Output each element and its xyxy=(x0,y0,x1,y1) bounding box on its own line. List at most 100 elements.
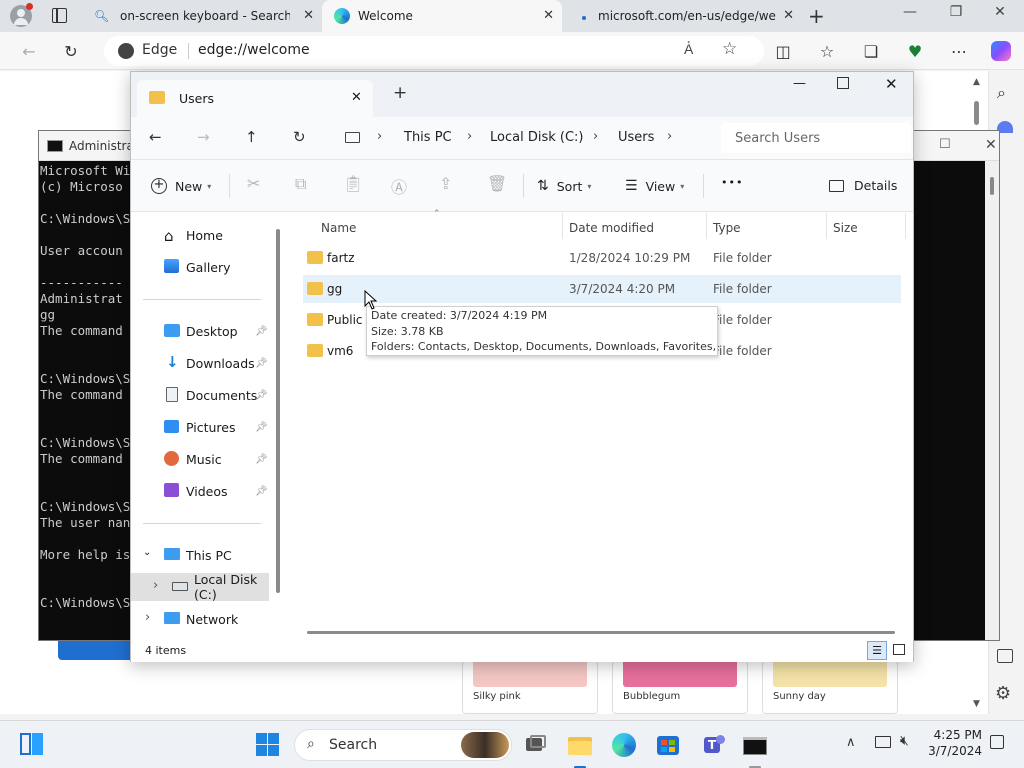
notifications-icon[interactable] xyxy=(990,735,1004,749)
terminal-taskbar-icon[interactable] xyxy=(743,733,767,768)
new-tab-button[interactable]: + xyxy=(393,83,407,103)
copilot-icon[interactable] xyxy=(988,38,1014,64)
share-icon[interactable]: ⇪ xyxy=(439,174,452,193)
nav-item-music[interactable]: Music 📌︎ xyxy=(131,445,269,473)
cmd-close-button[interactable]: ✕ xyxy=(985,137,997,153)
window-close-button[interactable]: ✕ xyxy=(980,4,1020,20)
breadcrumb-local-disk[interactable]: Local Disk (C:) xyxy=(490,130,583,145)
minimize-button[interactable]: — xyxy=(890,4,930,20)
file-explorer-taskbar-icon[interactable] xyxy=(568,733,592,768)
split-screen-icon[interactable]: ◫ xyxy=(770,38,796,64)
refresh-icon[interactable]: ↻ xyxy=(58,38,84,64)
pin-icon[interactable]: 📌︎ xyxy=(255,390,268,401)
back-icon[interactable]: ← xyxy=(16,38,42,64)
nav-item-home[interactable]: ⌂ Home xyxy=(131,221,269,249)
theme-card-sunny-day[interactable]: Sunny day xyxy=(762,660,898,714)
favorites-icon[interactable]: ☆ xyxy=(814,38,840,64)
nav-pane-scrollbar[interactable] xyxy=(276,229,280,593)
tiles-view-icon[interactable] xyxy=(893,644,905,655)
window-close-button[interactable]: ✕ xyxy=(885,75,898,93)
nav-item-documents[interactable]: Documents 📌︎ xyxy=(131,381,269,409)
search-input[interactable]: Search Users xyxy=(721,123,911,153)
edge-taskbar-icon[interactable] xyxy=(612,733,636,757)
copy-icon[interactable]: ⧉ xyxy=(295,174,306,194)
nav-item-videos[interactable]: Videos 📌︎ xyxy=(131,477,269,505)
widgets-icon[interactable] xyxy=(20,733,44,757)
details-pane-button[interactable]: Details xyxy=(829,178,897,193)
file-row[interactable]: gg 3/7/2024 4:20 PM File folder xyxy=(303,275,901,303)
horizontal-scrollbar[interactable] xyxy=(307,631,895,634)
forward-icon[interactable]: → xyxy=(197,128,210,146)
details-view-icon[interactable]: ☰ xyxy=(867,641,887,660)
pin-icon[interactable]: 📌︎ xyxy=(255,358,268,369)
favorite-star-icon[interactable]: ☆ xyxy=(722,39,737,59)
task-view-icon[interactable] xyxy=(524,733,548,757)
explorer-tab-users[interactable]: Users ✕ xyxy=(137,80,373,117)
nav-item-desktop[interactable]: Desktop 📌︎ xyxy=(131,317,269,345)
display-icon[interactable] xyxy=(875,736,891,748)
store-icon[interactable] xyxy=(656,733,680,757)
column-header-type[interactable]: Type xyxy=(713,221,741,235)
pin-icon[interactable]: 📌︎ xyxy=(255,326,268,337)
cmd-maximize-button[interactable]: ☐ xyxy=(939,137,951,152)
new-button[interactable]: + New ▾ xyxy=(151,178,211,194)
address-bar[interactable]: Edge edge://welcome A᷾ ☆ xyxy=(104,36,764,66)
column-header-size[interactable]: Size xyxy=(833,221,858,235)
nav-item-pictures[interactable]: Pictures 📌︎ xyxy=(131,413,269,441)
up-icon[interactable]: ↑ xyxy=(245,128,258,146)
nav-item-gallery[interactable]: Gallery xyxy=(131,253,269,281)
close-icon[interactable]: ✕ xyxy=(543,8,554,23)
rename-icon[interactable]: Ⓐ xyxy=(391,174,407,198)
pin-icon[interactable]: 📌︎ xyxy=(255,486,268,497)
file-row[interactable]: fartz 1/28/2024 10:29 PM File folder xyxy=(303,244,901,272)
breadcrumb-users[interactable]: Users xyxy=(618,130,654,145)
restore-button[interactable]: ❐ xyxy=(936,4,976,20)
minimize-button[interactable]: — xyxy=(793,76,806,91)
nav-item-network[interactable]: › Network xyxy=(131,605,269,633)
pin-icon[interactable]: 📌︎ xyxy=(255,422,268,433)
column-header-date[interactable]: Date modified xyxy=(569,221,654,235)
teams-icon[interactable]: T xyxy=(702,733,726,757)
cmd-scrollbar[interactable] xyxy=(985,161,999,640)
column-header-name[interactable]: Name xyxy=(321,221,356,235)
tab-actions-icon[interactable] xyxy=(52,8,67,23)
nav-item-local-disk[interactable]: › Local Disk (C:) xyxy=(131,572,269,602)
close-icon[interactable]: ✕ xyxy=(303,8,314,23)
chevron-up-icon[interactable]: ∧ xyxy=(846,735,856,750)
tab-search[interactable]: 🔍︎ on-screen keyboard - Search ✕ xyxy=(86,0,322,32)
profile-avatar[interactable] xyxy=(10,3,33,27)
theme-card-silky-pink[interactable]: Silky pink xyxy=(462,660,598,714)
close-icon[interactable]: ✕ xyxy=(351,90,362,105)
paste-icon[interactable]: 📋︎ xyxy=(343,174,363,193)
view-button[interactable]: ☰ View ▾ xyxy=(625,178,684,194)
nav-item-this-pc[interactable]: ⌄ This PC xyxy=(131,541,269,569)
breadcrumb-this-pc[interactable]: This PC xyxy=(404,130,452,145)
volume-muted-icon[interactable]: 🔇︎ xyxy=(900,733,909,749)
performance-icon[interactable]: ♥ xyxy=(902,38,928,64)
file-explorer-window[interactable]: Users ✕ + — ✕ ← → ↑ ↻ › This PC › Local … xyxy=(130,71,914,662)
maximize-button[interactable] xyxy=(837,77,849,89)
more-options-icon[interactable]: ⋯ xyxy=(946,38,972,64)
cut-icon[interactable]: ✂ xyxy=(247,174,260,193)
theme-card-bubblegum[interactable]: Bubblegum xyxy=(612,660,748,714)
delete-icon[interactable]: 🗑︎ xyxy=(487,174,507,193)
nav-item-downloads[interactable]: ↓ Downloads 📌︎ xyxy=(131,349,269,377)
taskbar-search[interactable]: ⌕ Search xyxy=(294,729,512,761)
back-icon[interactable]: ← xyxy=(149,128,162,146)
taskbar-clock[interactable]: 4:25 PM 3/7/2024 xyxy=(926,727,982,759)
start-windows-icon[interactable] xyxy=(256,733,280,757)
sidebar-search-icon[interactable]: ⌕ xyxy=(997,83,1006,103)
close-icon[interactable]: ✕ xyxy=(783,8,794,23)
sort-button[interactable]: ⇅ Sort ▾ xyxy=(537,178,591,194)
tab-welcome[interactable]: Welcome ✕ xyxy=(322,0,562,32)
pin-icon[interactable]: 📌︎ xyxy=(255,454,268,465)
hide-sidebar-icon[interactable] xyxy=(997,649,1013,663)
read-aloud-icon[interactable]: A᷾ xyxy=(684,41,693,58)
new-tab-button[interactable]: + xyxy=(808,4,825,28)
see-more-button[interactable]: ••• xyxy=(721,176,743,189)
folder-icon xyxy=(307,313,323,326)
refresh-icon[interactable]: ↻ xyxy=(293,128,306,146)
settings-gear-icon[interactable]: ⚙ xyxy=(995,683,1011,704)
tab-microsoft[interactable]: microsoft.com/en-us/edge/welc ✕ xyxy=(566,0,802,32)
collections-icon[interactable]: ❏ xyxy=(858,38,884,64)
